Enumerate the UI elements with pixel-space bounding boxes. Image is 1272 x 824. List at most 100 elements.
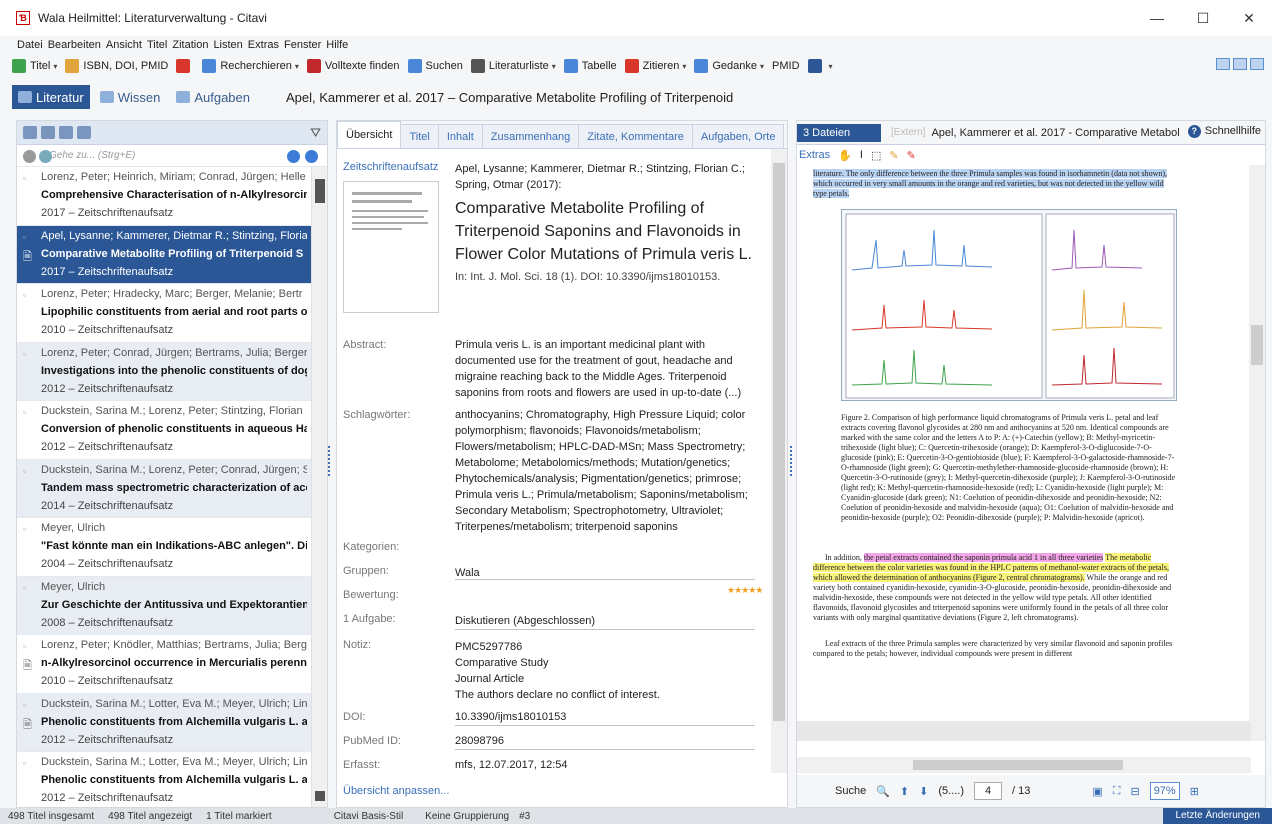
back-icon[interactable]	[23, 150, 36, 163]
next-hit-icon[interactable]: ⬇	[919, 785, 928, 798]
tab-4[interactable]: Zitate, Kommentare	[578, 124, 693, 148]
zoom-in-icon[interactable]: ⊞	[1190, 785, 1199, 798]
mark-icon[interactable]: ▫	[23, 700, 26, 710]
files-dropdown[interactable]: 3 Dateien	[797, 123, 881, 142]
mark-icon[interactable]: ▫	[23, 232, 26, 242]
quick-help[interactable]: ? Schnellhilfe	[1187, 125, 1261, 138]
list-item[interactable]: ▫ 🗎 Lorenz, Peter; Knödler, Matthias; Bert…	[17, 635, 311, 694]
goto-input[interactable]: Gehe zu... (Strg+E)	[49, 150, 135, 161]
list-item[interactable]: ▫ Duckstein, Sarina M.; Lorenz, Peter; St…	[17, 401, 311, 460]
history-icon[interactable]	[39, 150, 52, 163]
mark-icon[interactable]: ▫	[23, 466, 26, 476]
list-item[interactable]: ▫ Meyer, Ulrich Zur Geschichte der Antitus…	[17, 576, 311, 635]
toolbar-item-4[interactable]: Volltexte finden	[306, 59, 400, 73]
list-item[interactable]: ▫ Lorenz, Peter; Hradecky, Marc; Berger, …	[17, 284, 311, 343]
toolbar-item-10[interactable]: PMID	[772, 60, 800, 72]
zoom-input[interactable]: 97%	[1149, 782, 1180, 800]
pdf-thumbnail[interactable]	[343, 181, 439, 313]
viewer-vscroll[interactable]	[1249, 165, 1265, 741]
marquee-tool-icon[interactable]: ⬚	[871, 149, 881, 162]
list-item[interactable]: ▫ Duckstein, Sarina M.; Lorenz, Peter; Co…	[17, 459, 311, 518]
hand-tool-icon[interactable]: ✋	[838, 149, 852, 162]
menu-bearbeiten[interactable]: Bearbeiten	[48, 39, 101, 51]
mark-icon[interactable]: ▫	[23, 583, 26, 593]
table-icon[interactable]	[77, 126, 91, 139]
sort-icon[interactable]	[23, 126, 37, 139]
toolbar-item-2[interactable]	[176, 59, 194, 73]
group-icon[interactable]	[59, 126, 73, 139]
highlight-pen-icon[interactable]: ✎	[889, 149, 898, 162]
tab-2[interactable]: Inhalt	[437, 124, 483, 148]
list-scrollbar[interactable]	[311, 167, 327, 807]
tab-aufgaben[interactable]: Aufgaben	[170, 85, 256, 109]
save-icon[interactable]: ▣	[1092, 785, 1102, 798]
tab-0[interactable]: Übersicht	[337, 121, 402, 148]
tab-wissen[interactable]: Wissen	[94, 85, 167, 109]
tab-1[interactable]: Titel	[400, 124, 439, 148]
layout-icon-3[interactable]	[1250, 58, 1264, 70]
mark-icon[interactable]: ▫	[23, 290, 26, 300]
list-item[interactable]: ▫ Lorenz, Peter; Conrad, Jürgen; Bertrams…	[17, 342, 311, 401]
tab-literatur[interactable]: Literatur	[12, 85, 90, 109]
close-button[interactable]: ✕	[1226, 0, 1272, 36]
toolbar-item-5[interactable]: Suchen	[407, 59, 463, 73]
select-tool-icon[interactable]: I	[860, 149, 863, 161]
minimize-button[interactable]: —	[1134, 0, 1180, 36]
toolbar-item-1[interactable]: ISBN, DOI, PMID	[65, 59, 168, 73]
menu-hilfe[interactable]: Hilfe	[326, 39, 348, 51]
layout-icon-1[interactable]	[1216, 58, 1230, 70]
list-item[interactable]: ▫ 🗎 Apel, Lysanne; Kammerer, Dietmar R.; S…	[17, 225, 311, 284]
status-grouping[interactable]: Keine Gruppierung	[425, 811, 509, 822]
status-style[interactable]: Citavi Basis-Stil	[334, 811, 403, 822]
mark-icon[interactable]: ▫	[23, 524, 26, 534]
toolbar-item-3[interactable]: Recherchieren ▾	[202, 59, 299, 73]
tab-5[interactable]: Aufgaben, Orte	[691, 124, 785, 148]
rating-stars[interactable]: ★★★★★	[727, 585, 763, 596]
previous-icon[interactable]	[287, 150, 300, 163]
page-number-input[interactable]: 4	[974, 782, 1003, 800]
menu-zitation[interactable]: Zitation	[172, 39, 208, 51]
refresh-icon[interactable]	[41, 126, 55, 139]
tab-3[interactable]: Zusammenhang	[481, 124, 580, 148]
list-item[interactable]: ▫ Meyer, Ulrich "Fast könnte man ein Indik…	[17, 518, 311, 577]
toolbar-item-0[interactable]: Titel ▾	[12, 59, 57, 73]
toolbar-item-11[interactable]: ▾	[807, 59, 833, 73]
mark-icon[interactable]: ▫	[23, 407, 26, 417]
recent-changes-button[interactable]: Letzte Änderungen	[1163, 808, 1272, 824]
red-pen-icon[interactable]: ✎	[907, 149, 916, 162]
fit-page-icon[interactable]: ⛶	[1113, 785, 1121, 798]
reference-type[interactable]: Zeitschriftenaufsatz	[343, 161, 438, 173]
prev-hit-icon[interactable]: ⬆	[900, 785, 909, 798]
menu-ansicht[interactable]: Ansicht	[106, 39, 142, 51]
toolbar-item-6[interactable]: Literaturliste ▾	[470, 59, 556, 73]
list-item[interactable]: ▫ Duckstein, Sarina M.; Lotter, Eva M.; M…	[17, 752, 311, 811]
page-label-box[interactable]: (5....)	[938, 785, 964, 797]
mark-icon[interactable]: ▫	[23, 758, 26, 768]
maximize-button[interactable]: ☐	[1180, 0, 1226, 36]
toolbar-item-7[interactable]: Tabelle	[563, 59, 617, 73]
viewer-hscroll[interactable]	[797, 757, 1251, 773]
mark-icon[interactable]: ▫	[23, 349, 26, 359]
menu-titel[interactable]: Titel	[147, 39, 167, 51]
mark-icon[interactable]: ▫	[23, 173, 26, 183]
splitter-right[interactable]	[790, 446, 793, 476]
task-value[interactable]: Diskutieren (Abgeschlossen)	[455, 613, 755, 629]
menu-extras[interactable]: Extras	[248, 39, 279, 51]
menu-fenster[interactable]: Fenster	[284, 39, 321, 51]
layout-icon-2[interactable]	[1233, 58, 1247, 70]
mark-icon[interactable]: ▫	[23, 641, 26, 651]
detail-scrollbar[interactable]	[771, 149, 787, 773]
splitter-left[interactable]	[328, 446, 331, 476]
menu-datei[interactable]: Datei	[17, 39, 43, 51]
extras-menu[interactable]: Extras	[799, 149, 830, 161]
search-icon[interactable]: 🔍	[876, 785, 890, 798]
customize-overview-link[interactable]: Übersicht anpassen...	[343, 785, 449, 797]
pdf-page[interactable]: literature. The only difference between …	[813, 169, 1177, 809]
list-item[interactable]: ▫ 🗎 Duckstein, Sarina M.; Lotter, Eva M.; …	[17, 693, 311, 752]
list-item[interactable]: ▫ Lorenz, Peter; Heinrich, Miriam; Conrad…	[17, 167, 311, 226]
toolbar-item-8[interactable]: Zitieren ▾	[624, 59, 686, 73]
menu-listen[interactable]: Listen	[213, 39, 242, 51]
toolbar-item-9[interactable]: Gedanke ▾	[694, 59, 764, 73]
filter-icon[interactable]: ⛛	[310, 125, 321, 141]
zoom-out-icon[interactable]: ⊟	[1130, 785, 1139, 798]
